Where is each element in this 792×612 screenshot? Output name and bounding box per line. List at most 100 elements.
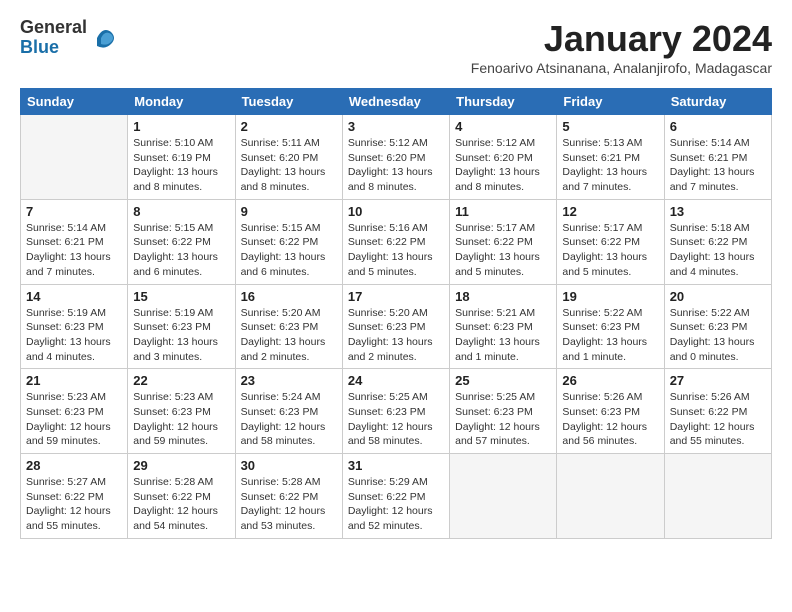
day-number: 7 [26, 204, 122, 219]
col-wednesday: Wednesday [342, 89, 449, 115]
day-info-line: Sunset: 6:22 PM [241, 491, 319, 503]
day-info-line: Sunset: 6:20 PM [348, 152, 426, 164]
day-info-line: Sunset: 6:20 PM [455, 152, 533, 164]
day-info-line: Sunrise: 5:16 AM [348, 222, 428, 234]
day-info-line: Daylight: 13 hours [241, 336, 326, 348]
day-info-line: and 7 minutes. [670, 181, 739, 193]
day-info-line: Sunset: 6:23 PM [133, 321, 211, 333]
day-info-line: and 58 minutes. [348, 435, 423, 447]
day-info-line: Daylight: 12 hours [26, 505, 111, 517]
day-info-line: Daylight: 13 hours [241, 251, 326, 263]
day-info-line: Sunrise: 5:14 AM [670, 137, 750, 149]
calendar-cell: 26Sunrise: 5:26 AMSunset: 6:23 PMDayligh… [557, 369, 664, 454]
day-info: Sunrise: 5:26 AMSunset: 6:23 PMDaylight:… [562, 390, 658, 449]
day-info-line: Sunrise: 5:26 AM [670, 391, 750, 403]
day-number: 18 [455, 289, 551, 304]
day-info: Sunrise: 5:28 AMSunset: 6:22 PMDaylight:… [133, 475, 229, 534]
day-info-line: Daylight: 12 hours [562, 421, 647, 433]
calendar-cell [664, 454, 771, 539]
day-info-line: Sunrise: 5:12 AM [348, 137, 428, 149]
day-info-line: Daylight: 13 hours [562, 251, 647, 263]
logo: General Blue [20, 18, 117, 58]
day-info: Sunrise: 5:23 AMSunset: 6:23 PMDaylight:… [133, 390, 229, 449]
day-info: Sunrise: 5:15 AMSunset: 6:22 PMDaylight:… [241, 221, 337, 280]
day-number: 23 [241, 373, 337, 388]
day-info: Sunrise: 5:22 AMSunset: 6:23 PMDaylight:… [670, 306, 766, 365]
day-info-line: Daylight: 12 hours [455, 421, 540, 433]
calendar-cell: 28 Sunrise: 5:27 AM Sunset: 6:22 PM Dayligh… [21, 454, 128, 539]
day-info-line: Daylight: 13 hours [133, 251, 218, 263]
day-info-line: and 6 minutes. [241, 266, 310, 278]
day-info-line: Sunrise: 5:25 AM [455, 391, 535, 403]
day-info: Sunrise: 5:25 AMSunset: 6:23 PMDaylight:… [348, 390, 444, 449]
calendar-cell [450, 454, 557, 539]
calendar-cell: 2Sunrise: 5:11 AMSunset: 6:20 PMDaylight… [235, 115, 342, 200]
day-info-line: Sunrise: 5:19 AM [133, 307, 213, 319]
day-number: 13 [670, 204, 766, 219]
day-info-line: Daylight: 13 hours [26, 251, 111, 263]
calendar-week-row: 1 Sunrise: 5:10 AMSunset: 6:19 PMDaylight… [21, 115, 772, 200]
day-info-line: Daylight: 13 hours [670, 251, 755, 263]
day-info: Sunrise: 5:18 AMSunset: 6:22 PMDaylight:… [670, 221, 766, 280]
day-info-line: Sunrise: 5:15 AM [133, 222, 213, 234]
day-info-line: Daylight: 13 hours [670, 166, 755, 178]
day-info-line: Sunset: 6:21 PM [562, 152, 640, 164]
day-info-line: and 59 minutes. [133, 435, 208, 447]
col-friday: Friday [557, 89, 664, 115]
calendar-cell: 27Sunrise: 5:26 AMSunset: 6:22 PMDayligh… [664, 369, 771, 454]
day-info-line: Sunset: 6:23 PM [348, 406, 426, 418]
day-info-line: and 4 minutes. [26, 351, 95, 363]
day-info-line: Sunrise: 5:23 AM [133, 391, 213, 403]
day-info: Sunrise: 5:27 AM Sunset: 6:22 PM Daylight:… [26, 475, 122, 534]
day-info-line: Daylight: 13 hours [241, 166, 326, 178]
day-info-line: Daylight: 13 hours [133, 336, 218, 348]
day-info-line: Sunrise: 5:18 AM [670, 222, 750, 234]
day-info-line: and 58 minutes. [241, 435, 316, 447]
day-info-line: Daylight: 12 hours [241, 421, 326, 433]
day-number: 31 [348, 458, 444, 473]
day-info-line: Daylight: 12 hours [241, 505, 326, 517]
day-info-line: and 5 minutes. [455, 266, 524, 278]
day-info-line: and 8 minutes. [348, 181, 417, 193]
calendar-cell: 20 Sunrise: 5:22 AMSunset: 6:23 PMDayligh… [664, 284, 771, 369]
calendar-cell: 5Sunrise: 5:13 AMSunset: 6:21 PMDaylight… [557, 115, 664, 200]
calendar-cell: 8Sunrise: 5:15 AMSunset: 6:22 PMDaylight… [128, 199, 235, 284]
day-number: 8 [133, 204, 229, 219]
calendar-cell: 16Sunrise: 5:20 AMSunset: 6:23 PMDayligh… [235, 284, 342, 369]
day-info: Sunrise: 5:22 AMSunset: 6:23 PMDaylight:… [562, 306, 658, 365]
day-info-line: and 3 minutes. [133, 351, 202, 363]
month-title: January 2024 [471, 18, 772, 60]
calendar-cell: 21Sunrise: 5:23 AMSunset: 6:23 PMDayligh… [21, 369, 128, 454]
day-info-line: Sunset: 6:19 PM [133, 152, 211, 164]
day-info-line: Sunrise: 5:27 AM [26, 476, 106, 488]
day-number: 20 [670, 289, 766, 304]
day-info-line: Sunset: 6:22 PM [26, 491, 104, 503]
day-info: Sunrise: 5:14 AMSunset: 6:21 PMDaylight:… [670, 136, 766, 195]
day-number: 4 [455, 119, 551, 134]
day-number: 28 [26, 458, 122, 473]
day-number: 27 [670, 373, 766, 388]
day-info-line: Sunset: 6:23 PM [348, 321, 426, 333]
day-info-line: Daylight: 12 hours [348, 505, 433, 517]
day-info-line: and 1 minute. [562, 351, 626, 363]
day-info: Sunrise: 5:10 AMSunset: 6:19 PMDaylight:… [133, 136, 229, 195]
day-info-line: Sunset: 6:23 PM [455, 406, 533, 418]
col-thursday: Thursday [450, 89, 557, 115]
day-info: Sunrise: 5:28 AMSunset: 6:22 PMDaylight:… [241, 475, 337, 534]
day-info-line: Daylight: 13 hours [670, 336, 755, 348]
day-info-line: Sunset: 6:23 PM [455, 321, 533, 333]
calendar-cell: 7Sunrise: 5:14 AMSunset: 6:21 PMDaylight… [21, 199, 128, 284]
day-info-line: and 54 minutes. [133, 520, 208, 532]
calendar-cell: 4Sunrise: 5:12 AMSunset: 6:20 PMDaylight… [450, 115, 557, 200]
logo-text-general: General [20, 17, 87, 37]
day-info-line: Daylight: 13 hours [133, 166, 218, 178]
calendar-cell: 30Sunrise: 5:28 AMSunset: 6:22 PMDayligh… [235, 454, 342, 539]
day-info-line: Daylight: 13 hours [348, 336, 433, 348]
calendar-week-row: 14Sunrise: 5:19 AMSunset: 6:23 PMDayligh… [21, 284, 772, 369]
day-info: Sunrise: 5:17 AMSunset: 6:22 PMDaylight:… [455, 221, 551, 280]
logo-icon [89, 24, 117, 52]
day-info-line: Sunrise: 5:29 AM [348, 476, 428, 488]
day-number: 1 [133, 119, 229, 134]
day-info-line: Daylight: 13 hours [562, 336, 647, 348]
day-info-line: Daylight: 13 hours [348, 251, 433, 263]
